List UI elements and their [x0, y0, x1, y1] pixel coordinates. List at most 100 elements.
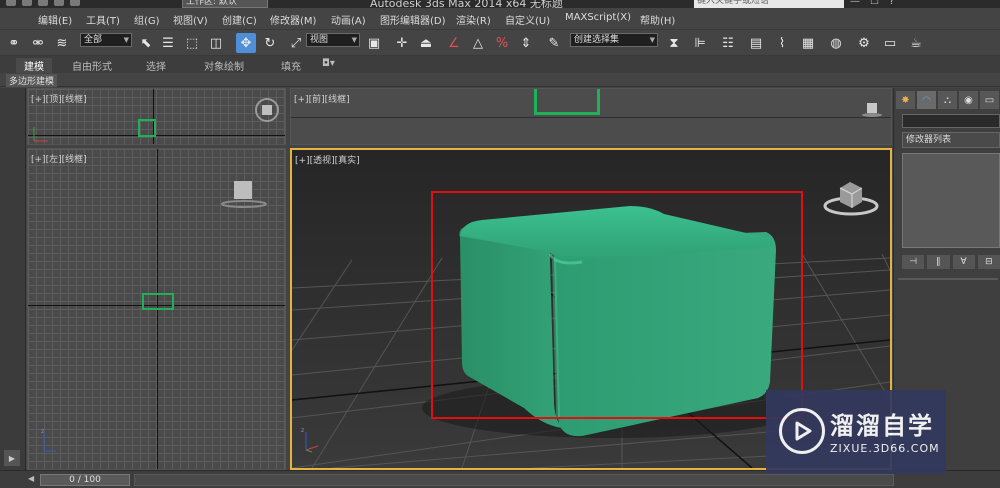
- ribbon-tab-selection[interactable]: 选择: [146, 58, 166, 73]
- show-end-result-icon[interactable]: ‖: [927, 255, 950, 269]
- ribbon-tab-object-paint[interactable]: 对象绘制: [204, 58, 244, 73]
- remove-modifier-icon[interactable]: ⊟: [977, 255, 1000, 269]
- save-file-icon[interactable]: [38, 0, 48, 6]
- motion-tab-icon[interactable]: ◉: [959, 91, 978, 109]
- time-slider[interactable]: 0 / 100: [40, 474, 130, 486]
- make-unique-icon[interactable]: ∀: [952, 255, 975, 269]
- layer-manager-icon[interactable]: ☷: [718, 33, 738, 53]
- spinner-snap-toggle-icon[interactable]: ⇕: [516, 33, 536, 53]
- align-icon[interactable]: ⊫: [690, 33, 710, 53]
- mirror-icon[interactable]: ⧗: [664, 33, 684, 53]
- display-tab-icon[interactable]: ▭: [980, 91, 999, 109]
- render-setup-icon[interactable]: ⚙: [854, 33, 874, 53]
- viewport-label-top[interactable]: [+][顶][线框]: [31, 92, 87, 105]
- menu-modifiers[interactable]: 修改器(M): [270, 12, 316, 27]
- workspace-dropdown[interactable]: 工作区: 默认: [182, 0, 268, 8]
- rendered-frame-icon[interactable]: ▭: [880, 33, 900, 53]
- select-by-name-icon[interactable]: ☰: [158, 33, 178, 53]
- menu-customize[interactable]: 自定义(U): [505, 12, 550, 27]
- link-icon[interactable]: ⚭: [4, 33, 24, 53]
- viewport-left[interactable]: z [+][左][线框]: [27, 148, 286, 470]
- modify-tab-icon[interactable]: ◠: [917, 91, 936, 109]
- rect-selection-icon[interactable]: ⬚: [182, 33, 202, 53]
- angle-snap-icon[interactable]: ∠: [444, 33, 464, 53]
- ribbon-tab-modeling[interactable]: 建模: [16, 58, 52, 73]
- manipulate-icon[interactable]: ✛: [392, 33, 412, 53]
- viewport-label-front[interactable]: [+][前][线框]: [294, 92, 350, 105]
- watermark: 溜溜自学 ZIXUE.3D66.COM: [766, 390, 946, 474]
- box-outline-left: [142, 293, 174, 310]
- window-controls[interactable]: — ☐ ?: [850, 0, 894, 7]
- expand-track-icon[interactable]: ▶: [4, 450, 20, 466]
- viewport-label-perspective[interactable]: [+][透视][真实]: [295, 153, 360, 166]
- polygon-modeling-label[interactable]: 多边形建模: [6, 74, 58, 87]
- menu-create[interactable]: 创建(C): [222, 12, 257, 27]
- ribbon-panel: 多边形建模: [0, 73, 1000, 87]
- menu-maxscript[interactable]: MAXScript(X): [565, 12, 631, 23]
- snap-toggle-icon[interactable]: ⏏: [416, 33, 436, 53]
- select-scale-icon[interactable]: ⤢: [286, 33, 306, 53]
- viewcube-icon[interactable]: [822, 178, 880, 218]
- menu-animation[interactable]: 动画(A): [331, 12, 366, 27]
- menu-edit[interactable]: 编辑(E): [38, 12, 72, 27]
- menu-graph-editors[interactable]: 图形编辑器(D): [380, 12, 446, 27]
- menu-help[interactable]: 帮助(H): [640, 12, 675, 27]
- help-button[interactable]: ?: [889, 0, 894, 7]
- time-track[interactable]: [134, 474, 894, 486]
- edit-named-sets-icon[interactable]: ✎: [544, 33, 564, 53]
- material-editor-icon[interactable]: ◍: [826, 33, 846, 53]
- pin-stack-icon[interactable]: ⊣: [902, 255, 925, 269]
- window-crossing-icon[interactable]: ◫: [206, 33, 226, 53]
- render-icon[interactable]: ☕: [906, 33, 926, 53]
- watermark-logo-icon: [779, 408, 825, 454]
- title-bar: 工作区: 默认 Autodesk 3ds Max 2014 x64 无标题 键入…: [0, 0, 1000, 8]
- percent-snap-icon[interactable]: △: [468, 33, 488, 53]
- new-file-icon[interactable]: [6, 0, 16, 6]
- undo-icon[interactable]: [54, 0, 64, 6]
- maximize-button[interactable]: ☐: [870, 0, 879, 7]
- schematic-view-icon[interactable]: ▦: [798, 33, 818, 53]
- bind-spacewarp-icon[interactable]: ≋: [52, 33, 72, 53]
- viewcube-icon[interactable]: [220, 179, 268, 209]
- box-outline-front: [534, 89, 600, 115]
- viewcube-icon[interactable]: [861, 101, 883, 119]
- axis-tripod-icon: z: [41, 428, 56, 452]
- menu-tools[interactable]: 工具(T): [86, 12, 120, 27]
- selection-filter-dropdown[interactable]: 全部: [80, 33, 132, 47]
- select-move-icon[interactable]: ✥: [236, 33, 256, 53]
- graphite-toggle-icon[interactable]: ▤: [746, 33, 766, 53]
- ribbon-tab-freeform[interactable]: 自由形式: [72, 58, 112, 73]
- select-rotate-icon[interactable]: ↻: [260, 33, 280, 53]
- curve-editor-icon[interactable]: ⌇: [772, 33, 792, 53]
- unlink-icon[interactable]: ⚮: [28, 33, 48, 53]
- svg-text:z: z: [301, 427, 304, 434]
- redo-icon[interactable]: [70, 0, 80, 6]
- menu-group[interactable]: 组(G): [134, 12, 160, 27]
- use-pivot-icon[interactable]: ▣: [364, 33, 384, 53]
- modifier-list-dropdown[interactable]: 修改器列表: [902, 132, 1000, 148]
- minimize-button[interactable]: —: [850, 0, 860, 7]
- watermark-name: 溜溜自学: [830, 412, 934, 440]
- select-object-icon[interactable]: ⬉: [136, 33, 156, 53]
- ribbon-options-icon[interactable]: ◘▾: [322, 58, 335, 69]
- axis-tripod-icon: z: [301, 427, 319, 453]
- menu-views[interactable]: 视图(V): [173, 12, 208, 27]
- viewcube-icon[interactable]: [254, 97, 280, 123]
- prev-frame-icon[interactable]: ◀: [28, 474, 38, 486]
- grid-axis-x: [291, 117, 891, 118]
- menu-rendering[interactable]: 渲染(R): [456, 12, 491, 27]
- viewport-label-left[interactable]: [+][左][线框]: [31, 152, 87, 165]
- watermark-url: ZIXUE.3D66.COM: [830, 442, 940, 455]
- spinner-snap-icon[interactable]: %: [492, 33, 512, 53]
- hierarchy-tab-icon[interactable]: ⛬: [938, 91, 957, 109]
- reference-coord-dropdown[interactable]: 视图: [306, 33, 360, 47]
- named-selection-dropdown[interactable]: 创建选择集: [570, 33, 658, 47]
- create-tab-icon[interactable]: ✸: [896, 91, 915, 109]
- viewport-top[interactable]: [+][顶][线框]: [27, 88, 286, 145]
- modifier-stack[interactable]: [902, 153, 1000, 248]
- object-name-field[interactable]: [902, 114, 1000, 128]
- search-input[interactable]: 键入关键字或短语: [694, 0, 844, 8]
- ribbon-tab-populate[interactable]: 填充: [281, 58, 301, 73]
- viewport-front[interactable]: [+][前][线框]: [290, 88, 892, 145]
- open-file-icon[interactable]: [22, 0, 32, 6]
